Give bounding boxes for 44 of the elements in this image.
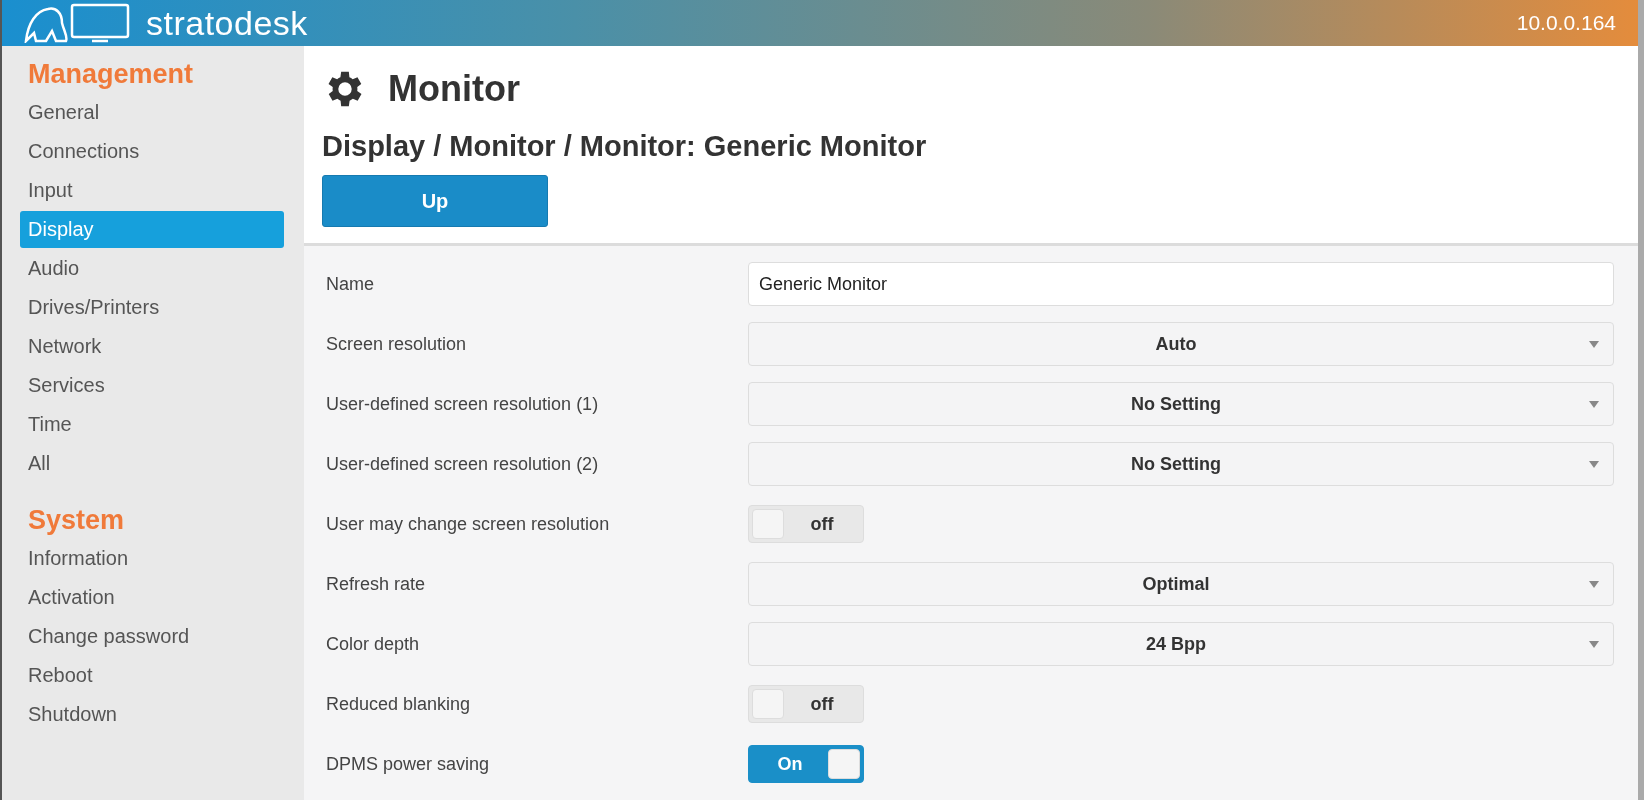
nav-item[interactable]: Network [20,328,284,365]
caret-icon [1589,340,1599,348]
field-label: Reduced blanking [326,693,472,715]
field-label: Refresh rate [326,573,427,595]
field-label: Color depth [326,633,421,655]
field-label: DPMS power saving [326,753,491,775]
caret-icon [1589,460,1599,468]
nav-item[interactable]: Activation [20,579,284,616]
breadcrumb: Display / Monitor / Monitor: Generic Monitor [322,130,928,163]
nav-item[interactable]: Information [20,540,284,577]
nav-item[interactable]: Audio [20,250,284,287]
toggle-switch[interactable]: off [748,685,864,723]
nav-item[interactable]: All [20,445,284,482]
nav-item[interactable]: Reboot [20,657,284,694]
dropdown[interactable]: No Setting [748,442,1614,486]
nav-item[interactable]: Time [20,406,284,443]
nav-item[interactable]: Connections [20,133,284,170]
caret-icon [1589,580,1599,588]
toggle-switch[interactable]: off [748,505,864,543]
field-label: Screen resolution [326,333,468,355]
nav-item[interactable]: Services [20,367,284,404]
nav-item[interactable]: Input [20,172,284,209]
toggle-switch[interactable]: On [748,745,864,783]
dropdown[interactable]: No Setting [748,382,1614,426]
field-label: User may change screen resolution [326,513,611,535]
field-label: Name [326,273,375,295]
up-button[interactable]: Up [322,175,548,227]
name-input-field[interactable]: Generic Monitor [748,262,1614,306]
brand-name: stratodesk [146,3,308,43]
section-heading: System [27,504,126,537]
dropdown[interactable]: 24 Bpp [748,622,1614,666]
ip-address: 10.0.0.164 [1516,11,1616,35]
dropdown[interactable]: Auto [748,322,1614,366]
nav-item[interactable]: Drives/Printers [20,289,284,326]
caret-icon [1589,640,1599,648]
nav-item[interactable]: Change password [20,618,284,655]
field-label: User-defined screen resolution (1) [326,393,600,415]
caret-icon [1589,400,1599,408]
page-title: Monitor [388,68,520,110]
dropdown[interactable]: Optimal [748,562,1614,606]
field-label: User-defined screen resolution (2) [326,453,600,475]
nav-item[interactable]: General [20,94,284,131]
section-heading: Management [27,58,195,91]
nav-item[interactable]: Shutdown [20,696,284,733]
